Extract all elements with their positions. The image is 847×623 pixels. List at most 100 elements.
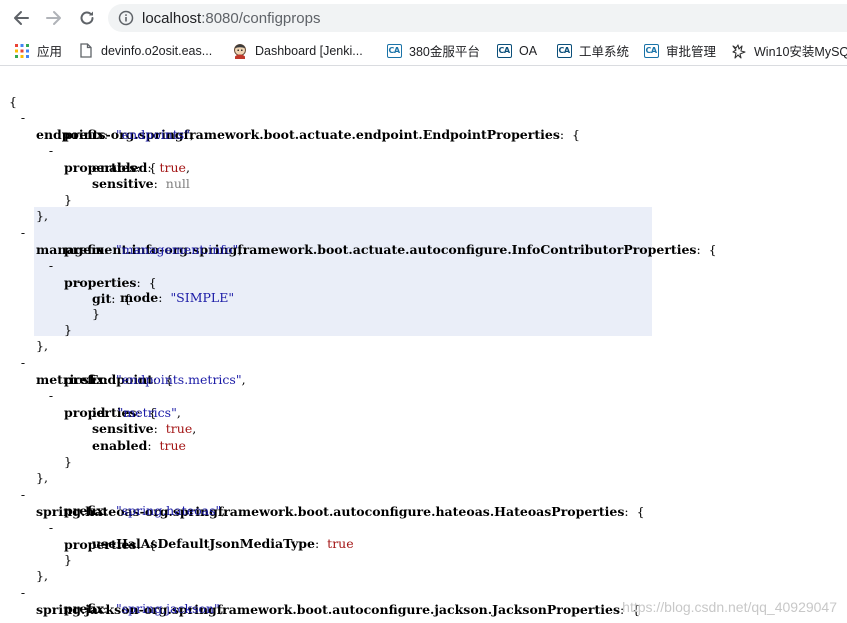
json-line: - properties: {: [0, 502, 157, 552]
json-line: {: [0, 76, 17, 109]
json-line: }: [64, 552, 72, 567]
info-icon[interactable]: [118, 10, 134, 26]
bookmark-label: 380金服平台: [409, 45, 480, 59]
json-line: - endpoints-org.springframework.boot.act…: [0, 92, 580, 142]
json-line: - properties: {: [0, 600, 53, 623]
json-bool-value: true: [165, 421, 193, 436]
bookmark-jenkins[interactable]: Dashboard [Jenki...: [232, 36, 363, 65]
json-key: sensitive: [92, 421, 154, 436]
json-line: prefix: "management.info",: [64, 242, 243, 257]
json-key: prefix: [64, 372, 104, 387]
json-line: },: [36, 338, 48, 353]
json-line: - management.info-org.springframework.bo…: [0, 207, 717, 257]
back-button[interactable]: [9, 6, 33, 30]
collapse-toggle[interactable]: -: [18, 224, 28, 241]
bookmark-tickets[interactable]: CA 工单系统: [556, 36, 629, 65]
json-key: git: [92, 291, 112, 306]
json-line: - spring.hateoas-org.springframework.boo…: [0, 469, 645, 519]
browser-toolbar: localhost:8080/configprops: [0, 0, 847, 36]
json-line: - properties: {: [0, 240, 157, 290]
ca-badge-icon: CA: [496, 43, 512, 59]
bookmarks-bar: 应用 devinfo.o2osit.eas... Dashboard [Jenk…: [0, 36, 847, 66]
bookmark-label: Win10安装MySQ: [754, 45, 847, 59]
json-line: - properties: {: [0, 370, 157, 420]
bookmark-oa[interactable]: CA OA: [496, 36, 537, 65]
collapse-toggle[interactable]: -: [46, 617, 56, 623]
reload-icon: [80, 11, 94, 25]
json-line: - metricsEndpoint: {: [0, 337, 173, 387]
json-line: sensitive: null: [92, 176, 190, 191]
bookmark-apps[interactable]: 应用: [14, 36, 62, 65]
apps-grid-icon: [14, 43, 30, 59]
json-key: prefix: [64, 601, 104, 616]
json-line: enabled: true,: [92, 160, 190, 175]
json-bool-value: true: [159, 160, 186, 175]
arrow-left-icon: [14, 11, 29, 25]
bookmark-win10-mysql[interactable]: Win10安装MySQ: [731, 36, 847, 65]
json-string-value: "metrics": [117, 405, 177, 420]
arrow-right-icon: [46, 11, 61, 25]
json-line: - spring.jackson-org.springframework.boo…: [0, 567, 640, 617]
json-line: mode: "SIMPLE": [120, 290, 235, 305]
url-text: localhost:8080/configprops: [142, 10, 320, 27]
page-icon: [78, 43, 94, 59]
bookmark-380[interactable]: CA 380金服平台: [386, 36, 480, 65]
wolf-icon: [731, 43, 747, 59]
json-key: id: [92, 405, 106, 420]
collapse-toggle[interactable]: -: [46, 387, 56, 404]
collapse-toggle[interactable]: -: [74, 273, 84, 290]
ca-badge-icon: CA: [643, 43, 659, 59]
collapse-toggle[interactable]: -: [18, 109, 28, 126]
json-key: useHalAsDefaultJsonMediaType: [92, 536, 315, 551]
json-string-value: "endpoints": [116, 127, 190, 142]
json-line: },: [36, 470, 48, 485]
bookmark-label: devinfo.o2osit.eas...: [101, 43, 213, 58]
hover-highlight: [34, 207, 652, 336]
json-line: }: [64, 192, 72, 207]
json-line: sensitive: true,: [92, 421, 197, 436]
json-string-value: "spring.jackson": [116, 601, 220, 616]
address-bar[interactable]: localhost:8080/configprops: [108, 4, 847, 32]
collapse-toggle[interactable]: -: [18, 486, 28, 503]
json-line: prefix: "endpoints",: [64, 127, 194, 142]
json-line: }: [64, 322, 72, 337]
collapse-toggle[interactable]: -: [18, 354, 28, 371]
json-key: prefix: [64, 242, 104, 257]
json-string-value: "endpoints.metrics": [116, 372, 242, 387]
jenkins-icon: [232, 43, 248, 59]
reload-button[interactable]: [75, 6, 99, 30]
url-host: localhost: [142, 9, 202, 27]
ca-badge-icon: CA: [386, 43, 402, 59]
watermark: https://blog.csdn.net/qq_40929047: [622, 599, 837, 615]
json-string-value: "spring.hateoas": [116, 503, 222, 518]
bookmark-label: 审批管理: [666, 45, 717, 59]
json-key: prefix: [64, 127, 104, 142]
forward-button[interactable]: [42, 6, 66, 30]
json-viewer: { - endpoints-org.springframework.boot.a…: [0, 66, 847, 623]
json-line: prefix: "spring.hateoas",: [64, 503, 226, 518]
bookmark-devinfo[interactable]: devinfo.o2osit.eas...: [78, 36, 212, 65]
json-line: }: [64, 454, 72, 469]
collapse-toggle[interactable]: -: [46, 257, 56, 274]
bookmark-label: 工单系统: [579, 45, 630, 59]
json-key: prefix: [64, 503, 104, 518]
json-line: - git: {: [0, 256, 132, 306]
json-line: useHalAsDefaultJsonMediaType: true: [92, 536, 354, 551]
json-string-value: "SIMPLE": [170, 290, 235, 305]
json-key: enabled: [92, 438, 148, 453]
bookmark-label: OA: [519, 43, 538, 58]
json-line: },: [36, 208, 48, 223]
collapse-toggle[interactable]: -: [46, 519, 56, 536]
bookmark-label: 应用: [37, 45, 63, 59]
json-line: id: "metrics",: [92, 405, 181, 420]
url-path: :8080/configprops: [201, 9, 321, 27]
json-bool-value: true: [327, 536, 354, 551]
json-key: mode: [120, 290, 159, 305]
json-key: sensitive: [92, 176, 154, 191]
json-line: }: [92, 306, 100, 321]
collapse-toggle[interactable]: -: [46, 142, 56, 159]
json-key: enabled: [92, 160, 148, 175]
bookmark-approval[interactable]: CA 审批管理: [643, 36, 716, 65]
json-line: prefix: "spring.jackson",: [64, 601, 224, 616]
collapse-toggle[interactable]: -: [18, 584, 28, 601]
